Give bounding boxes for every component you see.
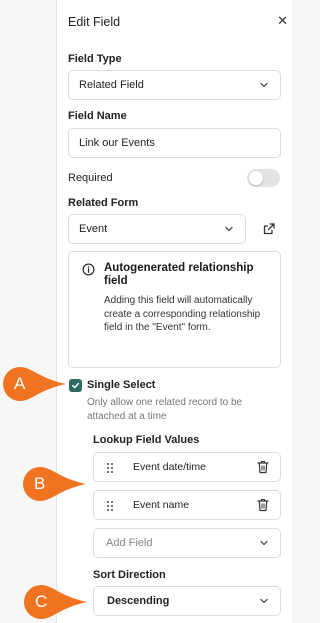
info-title: Autogenerated relationship field <box>104 262 254 287</box>
field-type-select[interactable]: Related Field <box>68 70 281 100</box>
sort-direction-select[interactable]: Descending <box>93 586 281 616</box>
chevron-down-icon <box>260 540 268 546</box>
annotation-marker-a <box>3 367 66 401</box>
annotation-marker-b-letter: B <box>34 474 46 493</box>
annotation-marker-a-letter: A <box>14 374 26 393</box>
required-label: Required <box>68 172 113 184</box>
info-box: Autogenerated relationship field Adding … <box>68 251 281 368</box>
single-select-help: Only allow one related record to be atta… <box>87 397 243 422</box>
annotation-marker-c-letter: C <box>35 592 48 611</box>
trash-icon[interactable] <box>257 498 269 512</box>
sort-direction-value: Descending <box>107 595 170 607</box>
external-link-icon[interactable] <box>261 221 277 237</box>
info-text: Adding this field will automatically cre… <box>104 295 261 333</box>
lookup-item[interactable]: Event date/time <box>93 452 281 482</box>
field-type-value: Related Field <box>79 79 144 91</box>
drag-handle-icon[interactable] <box>106 500 114 512</box>
single-select-label: Single Select <box>87 379 156 391</box>
check-icon <box>72 382 80 389</box>
trash-icon[interactable] <box>257 460 269 474</box>
drag-handle-icon[interactable] <box>106 462 114 474</box>
related-form-select[interactable]: Event <box>68 214 246 244</box>
chevron-down-icon <box>260 82 268 88</box>
edit-field-panel: Edit Field ✕ Field Type Related Field Fi… <box>56 0 292 623</box>
lookup-item[interactable]: Event name <box>93 490 281 520</box>
annotation-marker-c <box>24 585 87 619</box>
sort-direction-label: Sort Direction <box>93 569 166 581</box>
info-icon <box>82 263 95 276</box>
lookup-item-label: Event name <box>133 499 190 511</box>
field-type-label: Field Type <box>68 53 122 65</box>
required-toggle[interactable] <box>247 169 280 187</box>
toggle-knob <box>249 171 263 185</box>
chevron-down-icon <box>260 598 268 604</box>
chevron-down-icon <box>225 226 233 232</box>
add-field-placeholder: Add Field <box>106 537 153 549</box>
background-area <box>0 0 56 623</box>
lookup-label: Lookup Field Values <box>93 434 200 446</box>
add-field-select[interactable]: Add Field <box>93 528 281 558</box>
lookup-item-label: Event date/time <box>133 461 206 473</box>
annotation-marker-b <box>23 467 86 501</box>
panel-title: Edit Field <box>68 15 121 29</box>
close-icon[interactable]: ✕ <box>277 13 288 29</box>
field-name-value: Link our Events <box>79 137 155 149</box>
related-form-value: Event <box>79 223 108 235</box>
single-select-checkbox[interactable] <box>69 379 82 392</box>
related-form-label: Related Form <box>68 197 139 209</box>
field-name-label: Field Name <box>68 110 127 122</box>
field-name-input[interactable]: Link our Events <box>68 128 281 158</box>
